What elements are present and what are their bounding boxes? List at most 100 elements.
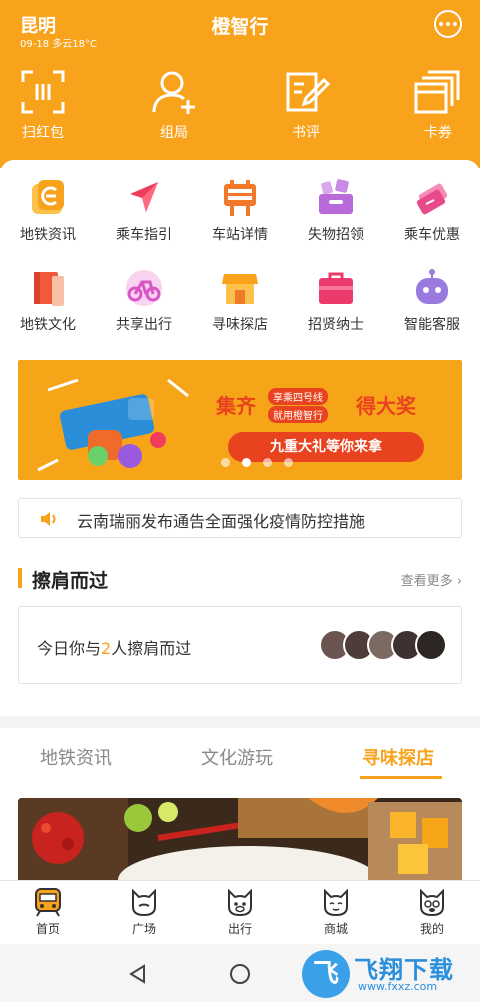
banner-slogan-2: 就用橙智行 <box>268 406 328 423</box>
service-shared-ride[interactable]: 共享出行 <box>99 268 189 334</box>
bottom-tab-bar: 首页 广场 出行 商城 我的 <box>0 880 480 944</box>
service-label: 共享出行 <box>116 317 172 333</box>
site-watermark: 飞 飞翔下载 www.fxxz.com <box>302 948 470 998</box>
culture-book-icon <box>34 272 64 306</box>
back-icon[interactable] <box>128 964 148 984</box>
service-ride-guide[interactable]: 乘车指引 <box>99 178 189 244</box>
banner-word-1: 集齐 <box>216 394 256 418</box>
mascot-square-icon <box>132 888 156 917</box>
metro-news-icon <box>32 180 64 214</box>
navigation-arrow-icon <box>130 182 158 212</box>
add-user-icon <box>152 71 195 114</box>
service-station-detail[interactable]: 车站详情 <box>195 178 285 244</box>
carousel-dots <box>221 458 293 467</box>
quick-action-label: 组局 <box>160 125 188 141</box>
briefcase-icon <box>319 272 353 304</box>
tabbar-item-me[interactable]: 我的 <box>402 887 462 937</box>
more-dot-icon <box>439 22 443 26</box>
carousel-dot[interactable] <box>284 458 293 467</box>
train-icon <box>35 888 61 917</box>
food-photo <box>18 798 462 880</box>
banner-word-2: 得大奖 <box>356 394 416 418</box>
feed-cover-image[interactable] <box>18 798 462 880</box>
quick-action-label: 书评 <box>292 125 320 141</box>
notice-text: 云南瑞丽发布通告全面强化疫情防控措施 <box>77 512 366 531</box>
service-label: 地铁文化 <box>20 317 76 333</box>
service-label: 乘车优惠 <box>404 227 460 243</box>
encounter-text-before: 今日你与 <box>37 639 102 658</box>
ticket-icon <box>416 183 448 215</box>
view-more-label: 查看更多 <box>400 574 453 589</box>
banner-slogan-1: 享乘四号线 <box>268 388 328 405</box>
quick-action-label: 扫红包 <box>22 125 64 141</box>
service-smart-support[interactable]: 智能客服 <box>387 268 477 334</box>
shop-icon <box>222 274 258 304</box>
robot-icon <box>416 269 448 304</box>
tabbar-label: 首页 <box>35 922 60 936</box>
edit-note-icon <box>286 72 330 112</box>
promo-banner[interactable]: 集齐 享乘四号线 就用橙智行 得大奖 九重大礼等你来拿 <box>18 360 462 480</box>
app-header: 昆明 09-18 多云18°C 橙智行 扫红包 组局 书评 卡券 <box>0 0 480 168</box>
service-food-explore[interactable]: 寻味探店 <box>195 268 285 334</box>
service-recruitment[interactable]: 招贤纳士 <box>291 268 381 334</box>
service-lost-found[interactable]: 失物招领 <box>291 178 381 244</box>
encounter-text-after: 人擦肩而过 <box>111 639 192 658</box>
carousel-dot[interactable] <box>221 458 230 467</box>
watermark-url: www.fxxz.com <box>358 980 438 993</box>
mascot-me-icon <box>420 888 444 917</box>
service-label: 招贤纳士 <box>308 317 364 333</box>
station-sign-icon <box>224 180 256 216</box>
mascot-mall-icon <box>324 888 348 917</box>
quick-action-group[interactable]: 组局 <box>139 68 209 142</box>
encounter-card[interactable]: 今日你与2人擦肩而过 <box>18 606 462 684</box>
tabbar-item-home[interactable]: 首页 <box>18 887 78 937</box>
more-dot-icon <box>446 22 450 26</box>
encounter-count: 2 <box>101 639 112 658</box>
watermark-logo: 飞 <box>302 950 350 998</box>
speaker-icon <box>41 512 56 526</box>
tabbar-item-mall[interactable]: 商城 <box>306 887 366 937</box>
service-label: 车站详情 <box>212 227 268 243</box>
service-label: 失物招领 <box>308 227 364 243</box>
tabbar-label: 广场 <box>131 922 156 936</box>
tab-metro-news[interactable]: 地铁资讯 <box>40 744 112 770</box>
service-ride-discount[interactable]: 乘车优惠 <box>387 178 477 244</box>
active-tab-indicator <box>360 776 442 779</box>
tab-food-explore[interactable]: 寻味探店 <box>362 744 434 770</box>
scan-icon <box>21 70 65 114</box>
section-title: 擦肩而过 <box>32 570 109 592</box>
service-label: 地铁资讯 <box>20 227 76 243</box>
section-divider <box>0 716 480 728</box>
bicycle-icon <box>126 270 162 306</box>
service-metro-culture[interactable]: 地铁文化 <box>3 268 93 334</box>
service-label: 乘车指引 <box>116 227 172 243</box>
quick-action-label: 卡券 <box>424 125 452 141</box>
lost-found-basket-icon <box>319 179 353 214</box>
tabbar-label: 商城 <box>323 922 348 936</box>
home-circle-icon[interactable] <box>229 963 251 985</box>
service-metro-news[interactable]: 地铁资讯 <box>3 178 93 244</box>
mascot-travel-icon <box>228 888 252 917</box>
quick-action-review[interactable]: 书评 <box>271 68 341 142</box>
quick-action-coupon[interactable]: 卡券 <box>403 68 473 142</box>
carousel-dot-active[interactable] <box>242 458 251 467</box>
encounter-text: 今日你与2人擦肩而过 <box>37 635 191 659</box>
service-label: 智能客服 <box>404 317 460 333</box>
tab-culture-fun[interactable]: 文化游玩 <box>201 744 273 770</box>
avatar-group <box>319 629 449 663</box>
chevron-right-icon: › <box>452 574 462 589</box>
service-label: 寻味探店 <box>212 317 268 333</box>
notice-bar[interactable]: 云南瑞丽发布通告全面强化疫情防控措施 <box>18 498 462 538</box>
quick-action-scan[interactable]: 扫红包 <box>8 68 78 142</box>
more-menu-button[interactable] <box>434 10 462 38</box>
app-title: 橙智行 <box>211 16 269 38</box>
more-dot-icon <box>453 22 457 26</box>
avatar[interactable] <box>415 629 447 661</box>
section-accent-bar <box>18 568 22 588</box>
banner-illustration <box>37 378 189 472</box>
carousel-dot[interactable] <box>263 458 272 467</box>
tabbar-item-square[interactable]: 广场 <box>114 887 174 937</box>
tabbar-item-travel[interactable]: 出行 <box>210 887 270 937</box>
view-more-link[interactable]: 查看更多 › <box>401 570 462 589</box>
tabbar-label: 出行 <box>227 922 252 936</box>
